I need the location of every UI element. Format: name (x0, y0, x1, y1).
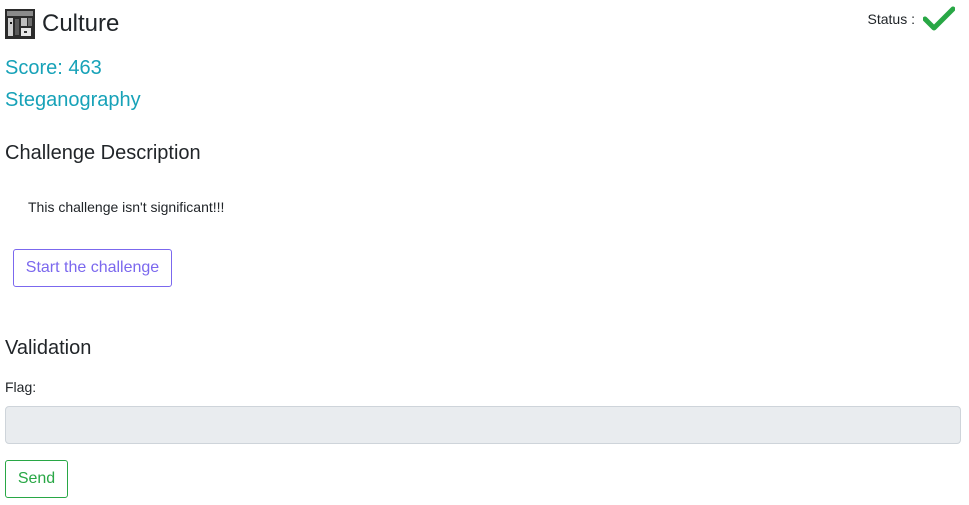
start-challenge-button[interactable]: Start the challenge (13, 249, 172, 287)
checkmark-icon (922, 6, 956, 32)
status-indicator: Status : (867, 6, 956, 32)
flag-input[interactable] (5, 406, 961, 444)
challenge-thumbnail-icon (5, 9, 35, 39)
challenge-page: Culture Status : Score: 463 Steganograph… (0, 0, 969, 505)
flag-label: Flag: (5, 379, 37, 395)
challenge-score: Score: 463 (5, 57, 102, 79)
description-text: This challenge isn't significant!!! (28, 199, 225, 215)
challenge-title: Culture (42, 10, 120, 37)
challenge-header: Culture (5, 9, 119, 39)
challenge-category: Steganography (5, 89, 141, 111)
send-button[interactable]: Send (5, 460, 68, 498)
description-heading: Challenge Description (5, 142, 201, 164)
status-label: Status : (867, 11, 915, 27)
validation-heading: Validation (5, 337, 92, 359)
